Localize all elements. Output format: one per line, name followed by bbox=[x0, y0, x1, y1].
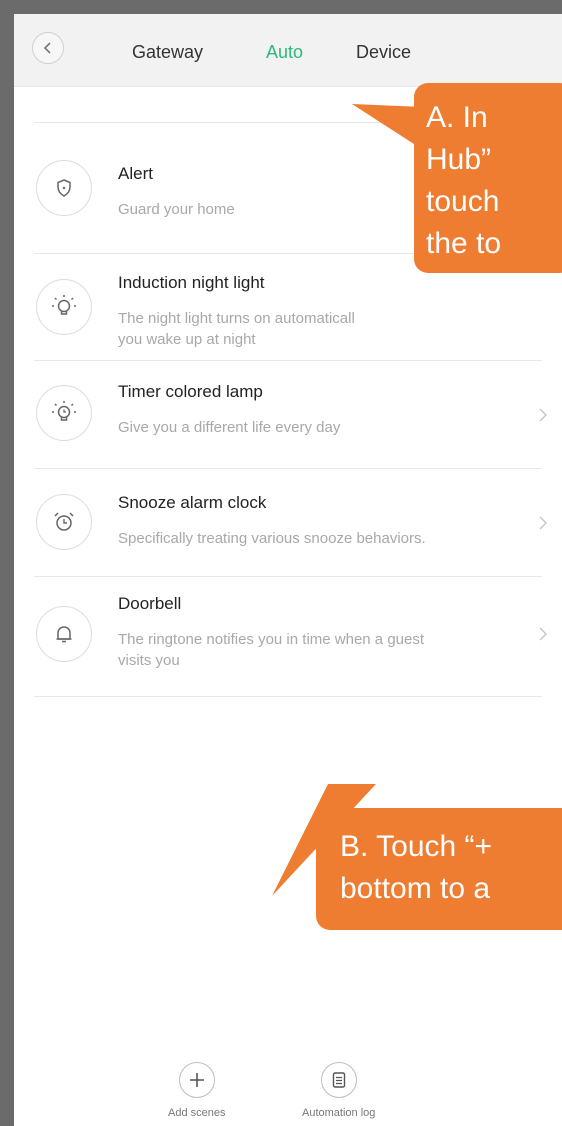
scene-title: Induction night light bbox=[118, 273, 265, 292]
scene-subtitle-line2: visits you bbox=[118, 652, 180, 669]
chevron-right-icon bbox=[539, 408, 547, 422]
automation-log-circle bbox=[320, 1062, 357, 1098]
scene-icon-circle bbox=[36, 385, 92, 441]
bulb-icon bbox=[52, 295, 76, 315]
callout-a-line: touch bbox=[426, 185, 500, 218]
scene-title: Doorbell bbox=[118, 594, 182, 613]
chevron-right-icon bbox=[539, 627, 547, 641]
frame-border-top bbox=[0, 0, 562, 14]
tab-auto[interactable]: Auto bbox=[266, 42, 303, 63]
alarm-clock-icon bbox=[54, 512, 74, 531]
scene-subtitle: The night light turns on automaticall bbox=[118, 310, 355, 327]
add-scenes-circle bbox=[178, 1062, 215, 1098]
tab-gateway[interactable]: Gateway bbox=[132, 42, 203, 63]
scene-icon-circle bbox=[36, 279, 92, 335]
scene-title: Snooze alarm clock bbox=[118, 493, 267, 512]
automation-log-button[interactable]: Automation log bbox=[302, 1062, 375, 1119]
scene-icon-circle bbox=[36, 494, 92, 550]
chevron-left-icon bbox=[43, 42, 51, 54]
bottom-action-bar: Add scenes Automation log bbox=[14, 1062, 562, 1126]
scene-subtitle: The ringtone notifies you in time when a… bbox=[118, 631, 425, 648]
add-scenes-label: Add scenes bbox=[168, 1107, 226, 1119]
top-nav-bar: Gateway Auto Device bbox=[14, 14, 562, 87]
tab-device[interactable]: Device bbox=[356, 42, 411, 63]
frame-border-left bbox=[0, 0, 14, 1126]
shield-icon bbox=[57, 179, 71, 197]
scene-row-snooze-alarm-clock[interactable]: Snooze alarm clock Specifically treating… bbox=[34, 469, 547, 576]
document-icon bbox=[332, 1072, 345, 1088]
chevron-right-icon bbox=[539, 516, 547, 530]
callout-a-line: the to bbox=[426, 227, 502, 260]
scene-icon-circle bbox=[36, 160, 92, 216]
scene-row-timer-colored-lamp[interactable]: Timer colored lamp Give you a different … bbox=[34, 361, 547, 468]
callout-b-line: B. Touch “+ bbox=[340, 830, 493, 863]
back-button[interactable] bbox=[32, 32, 64, 64]
scene-subtitle: Specifically treating various snooze beh… bbox=[118, 530, 426, 547]
scene-subtitle: Give you a different life every day bbox=[118, 419, 341, 436]
scene-icon-circle bbox=[36, 606, 92, 662]
callout-a-line: Hub” bbox=[426, 143, 492, 176]
timer-bulb-icon bbox=[52, 401, 76, 421]
add-scenes-button[interactable]: Add scenes bbox=[168, 1062, 225, 1119]
callout-a-line: A. In bbox=[426, 101, 488, 134]
scene-title: Timer colored lamp bbox=[118, 382, 263, 401]
divider bbox=[34, 696, 542, 697]
callout-a: A. In Hub” touch the to bbox=[414, 83, 562, 273]
callout-b-line: bottom to a bbox=[340, 872, 491, 905]
scene-row-doorbell[interactable]: Doorbell The ringtone notifies you in ti… bbox=[34, 577, 547, 696]
scene-title: Alert bbox=[118, 164, 153, 183]
plus-icon bbox=[189, 1073, 204, 1087]
scene-subtitle-line2: you wake up at night bbox=[118, 331, 256, 348]
callout-b: B. Touch “+ bottom to a bbox=[316, 808, 562, 930]
bell-icon bbox=[56, 626, 72, 643]
automation-log-label: Automation log bbox=[302, 1107, 376, 1119]
